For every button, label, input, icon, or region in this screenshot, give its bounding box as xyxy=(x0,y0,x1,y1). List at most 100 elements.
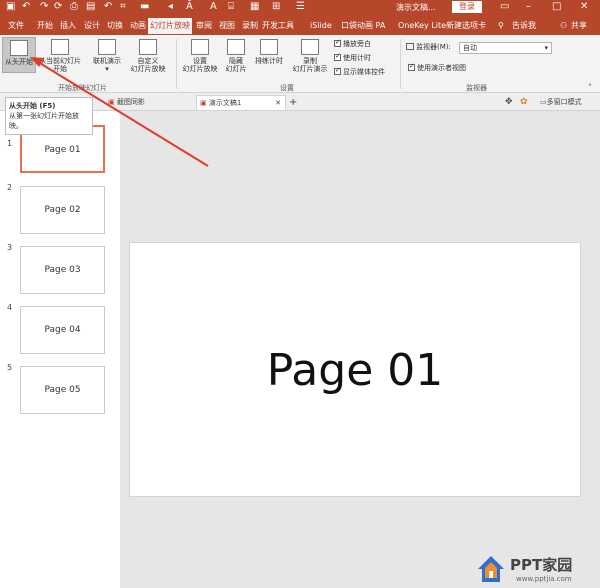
online-present-button[interactable]: 联机演示 ▾ xyxy=(88,37,126,73)
collapse-ribbon-icon[interactable]: ˄ xyxy=(588,83,592,92)
share-button[interactable]: 共享 xyxy=(571,18,587,34)
custom-slideshow-button[interactable]: 自定义 幻灯片放映 xyxy=(124,37,172,73)
group-separator xyxy=(400,39,401,89)
window-icon: ▭ xyxy=(540,98,547,106)
close-icon[interactable]: ✕ xyxy=(580,1,588,13)
chevron-down-icon: ▾ xyxy=(544,44,548,52)
slide-thumbnail[interactable]: Page 04 xyxy=(20,306,105,354)
group-separator xyxy=(176,39,177,89)
tab-transitions[interactable]: 切换 xyxy=(107,18,123,34)
use-timings-label: 使用计时 xyxy=(343,54,371,62)
hide-slide-label-1: 隐藏 xyxy=(229,57,243,65)
house-logo-icon xyxy=(478,556,504,582)
shape-icon[interactable]: A xyxy=(210,1,217,13)
tab-insert[interactable]: 插入 xyxy=(60,18,76,34)
presenter-view-checkbox[interactable]: 使用演示者视图 xyxy=(408,62,466,73)
align-icon[interactable]: ⊞ xyxy=(272,1,280,13)
print-icon[interactable]: ⎙ xyxy=(70,1,78,13)
monitor-select-value: 自动 xyxy=(463,44,477,52)
slide-canvas[interactable]: Page 01 xyxy=(129,242,581,497)
rehearse-timer-icon xyxy=(260,39,278,55)
slide-thumbnail[interactable]: Page 02 xyxy=(20,186,105,234)
layout-icon[interactable]: ▤ xyxy=(86,1,95,13)
undo2-icon[interactable]: ↶ xyxy=(104,1,112,13)
watermark-name: PPT家园 xyxy=(510,556,573,574)
tab-animations[interactable]: 动画 xyxy=(130,18,146,34)
setup-slideshow-icon xyxy=(191,39,209,55)
tab-design[interactable]: 设计 xyxy=(84,18,100,34)
record-icon xyxy=(301,39,319,55)
slide-thumbnail-label: Page 04 xyxy=(44,325,81,335)
ribbon-tabs: 文件 开始 插入 设计 切换 动画 幻灯片放映 审阅 视图 录制 开发工具 iS… xyxy=(0,15,600,35)
table-icon[interactable]: ▦ xyxy=(250,1,259,13)
custom-slideshow-label-1: 自定义 xyxy=(137,57,159,65)
tab-islide[interactable]: iSlide xyxy=(310,18,332,34)
add-tab-icon[interactable]: + xyxy=(289,95,297,110)
monitor-select[interactable]: 自动 ▾ xyxy=(459,42,552,54)
record-label-1: 录制 xyxy=(303,57,317,65)
group-label-start: 开始放映幻灯片 xyxy=(58,84,107,92)
crop-icon[interactable]: ⌗ xyxy=(120,1,126,13)
slide-number: 1 xyxy=(7,139,13,148)
slide-thumbnail[interactable]: Page 05 xyxy=(20,366,105,414)
ribbon-display-icon[interactable]: ▭ xyxy=(500,1,509,13)
login-button[interactable]: 登录 xyxy=(452,1,482,13)
tab-developer[interactable]: 开发工具 xyxy=(262,18,294,34)
tooltip-title: 从头开始 (F5) xyxy=(9,102,56,110)
undo-icon[interactable]: ↶ xyxy=(22,1,30,13)
record-slideshow-button[interactable]: 录制 幻灯片演示 xyxy=(287,37,333,73)
maximize-icon[interactable]: □ xyxy=(552,1,561,13)
from-start-button[interactable]: 从头开始 xyxy=(2,37,36,73)
minimize-icon[interactable]: – xyxy=(526,1,531,13)
more-icon[interactable]: ☰ xyxy=(296,1,305,13)
slide-number: 4 xyxy=(7,303,13,312)
from-start-label: 从头开始 xyxy=(5,58,33,66)
show-media-controls-checkbox[interactable]: 显示媒体控件 xyxy=(334,66,385,77)
hide-slide-button[interactable]: 隐藏 幻灯片 xyxy=(222,37,250,73)
settings-icon[interactable]: ✿ xyxy=(520,95,528,110)
text-size-icon[interactable]: ▬ xyxy=(140,1,149,13)
tab-slideshow[interactable]: 幻灯片放映 xyxy=(148,18,192,34)
slide-thumbnail[interactable]: Page 03 xyxy=(20,246,105,294)
tab-record[interactable]: 录制 xyxy=(242,18,258,34)
tab-review[interactable]: 审阅 xyxy=(196,18,212,34)
tell-me[interactable]: 告诉我 xyxy=(512,18,536,34)
slide-thumbnail-label: Page 01 xyxy=(44,145,81,155)
slide-number: 5 xyxy=(7,363,13,372)
use-timings-checkbox[interactable]: 使用计时 xyxy=(334,52,371,63)
custom-slideshow-label-2: 幻灯片放映 xyxy=(130,65,166,73)
group-label-setup: 设置 xyxy=(280,84,294,92)
tab-view[interactable]: 视图 xyxy=(219,18,235,34)
doc-tab-2[interactable]: ▣ 演示文稿1 ✕ xyxy=(196,95,286,110)
slide-thumbnail-label: Page 05 xyxy=(44,385,81,395)
user-icon[interactable]: ⚇ xyxy=(560,18,567,34)
doc-tab-1[interactable]: ▣ 截图同影 xyxy=(108,95,145,110)
checkbox-icon xyxy=(334,38,341,47)
doc-tab-1-label: 截图同影 xyxy=(116,98,145,106)
tab-onekey[interactable]: OneKey Lite xyxy=(398,18,446,34)
hide-slide-icon xyxy=(227,39,245,55)
font-color-icon[interactable]: ◂ xyxy=(168,1,173,13)
pin-icon[interactable]: ✥ xyxy=(505,95,513,110)
show-media-controls-label: 显示媒体控件 xyxy=(343,68,385,76)
tab-pocket-animation[interactable]: 口袋动画 PA xyxy=(341,18,385,34)
format-icon[interactable]: Ā xyxy=(186,1,193,13)
tab-file[interactable]: 文件 xyxy=(8,18,24,34)
rehearse-timings-button[interactable]: 排练计时 xyxy=(252,37,286,65)
redo-icon[interactable]: ↷ xyxy=(40,1,48,13)
tab-new[interactable]: 新建选项卡 xyxy=(446,18,486,34)
close-tab-icon[interactable]: ✕ xyxy=(275,96,281,111)
setup-slideshow-button[interactable]: 设置 幻灯片放映 xyxy=(180,37,220,73)
refresh-icon[interactable]: ⟳ xyxy=(54,1,62,13)
checkbox-icon xyxy=(334,66,341,75)
lightbulb-icon[interactable]: ⚲ xyxy=(498,18,504,34)
save-icon[interactable]: ▣ xyxy=(6,1,15,13)
grid-icon[interactable]: ⌸ xyxy=(228,1,234,13)
ribbon-panel: 从头开始 从当前幻灯片 开始 联机演示 ▾ 自定义 幻灯片放映 开始放映幻灯片 … xyxy=(0,35,600,93)
play-narration-checkbox[interactable]: 播放旁白 xyxy=(334,38,371,49)
multiwindow-button[interactable]: ▭多窗口模式 xyxy=(540,95,582,110)
slide-title[interactable]: Page 01 xyxy=(130,243,580,498)
setup-slideshow-label-2: 幻灯片放映 xyxy=(182,65,218,73)
from-current-button[interactable]: 从当前幻灯片 开始 xyxy=(37,37,83,73)
tab-home[interactable]: 开始 xyxy=(37,18,53,34)
